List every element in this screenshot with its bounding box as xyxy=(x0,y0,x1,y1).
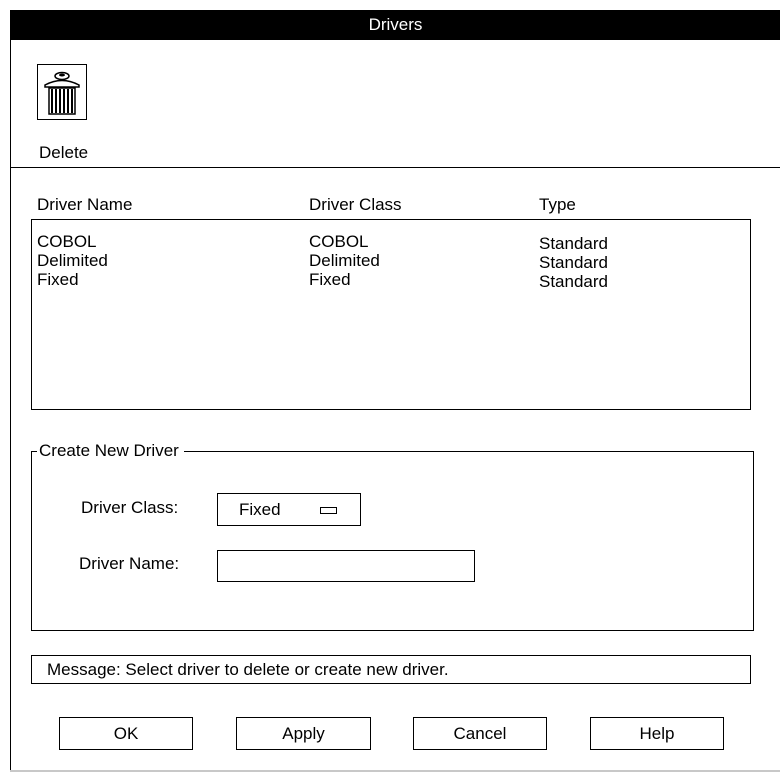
create-new-driver-group: Create New Driver xyxy=(31,441,754,631)
row-driver-class: Delimited xyxy=(309,251,380,270)
ok-button[interactable]: OK xyxy=(59,717,193,750)
driver-name-label: Driver Name: xyxy=(79,554,180,573)
drivers-list[interactable]: COBOL COBOL Standard Delimited Delimited… xyxy=(31,219,751,410)
help-button[interactable]: Help xyxy=(590,717,724,750)
driver-class-value: Fixed xyxy=(239,500,281,519)
drivers-dialog: Drivers Delete Driver Name Driver Class … xyxy=(10,10,780,770)
row-driver-class: Fixed xyxy=(309,270,351,289)
trash-can-icon xyxy=(44,71,80,115)
column-header-driver-name: Driver Name xyxy=(37,195,133,214)
delete-label: Delete xyxy=(39,143,89,162)
row-driver-name: Fixed xyxy=(37,270,79,289)
row-driver-name: Delimited xyxy=(37,251,108,270)
cancel-button[interactable]: Cancel xyxy=(413,717,547,750)
apply-button[interactable]: Apply xyxy=(236,717,371,750)
delete-button[interactable] xyxy=(37,64,87,120)
row-type: Standard xyxy=(539,272,608,291)
row-driver-class: COBOL xyxy=(309,232,369,251)
title-bar: Drivers xyxy=(11,10,780,40)
option-menu-indicator-icon xyxy=(320,507,337,514)
column-header-type: Type xyxy=(539,195,576,214)
list-row[interactable]: COBOL COBOL Standard xyxy=(32,232,750,253)
driver-class-label: Driver Class: xyxy=(81,498,179,517)
list-row[interactable]: Fixed Fixed Standard xyxy=(32,270,750,291)
window-title: Drivers xyxy=(368,15,423,34)
column-header-driver-class: Driver Class xyxy=(309,195,402,214)
driver-class-option-menu[interactable]: Fixed xyxy=(217,493,361,526)
list-row[interactable]: Delimited Delimited Standard xyxy=(32,251,750,272)
message-bar: Message: Select driver to delete or crea… xyxy=(31,655,751,684)
toolbar: Delete xyxy=(11,40,780,168)
driver-name-input[interactable] xyxy=(217,550,475,582)
row-driver-name: COBOL xyxy=(37,232,97,251)
group-title: Create New Driver xyxy=(37,441,184,461)
